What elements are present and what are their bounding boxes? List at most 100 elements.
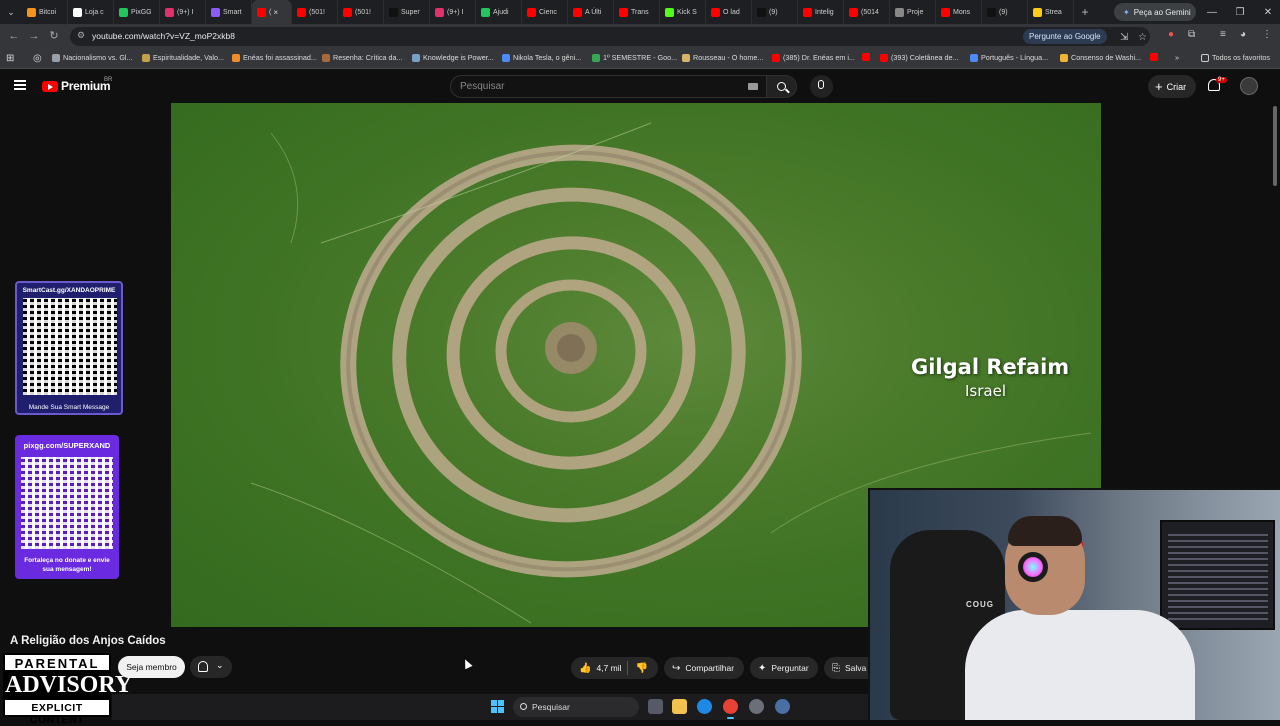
menu-dots-icon[interactable]: ⋮ — [1262, 29, 1272, 40]
bookmark-item[interactable]: Nacionalismo vs. Gl... — [52, 53, 133, 62]
bookmark-item[interactable] — [862, 53, 873, 61]
back-icon[interactable]: ← — [6, 28, 22, 44]
app-icon[interactable] — [749, 699, 764, 714]
tab-label: Trans — [631, 8, 649, 16]
bookmark-item[interactable]: Rousseau - O home... — [682, 53, 763, 62]
bookmark-item[interactable]: Nikola Tesla, o gêni... — [502, 53, 581, 62]
bookmark-item[interactable]: 1º SEMESTRE - Goo... — [592, 53, 677, 62]
profile-avatar[interactable]: ◕ — [1240, 29, 1246, 40]
apps-grid-icon[interactable]: ⊞ — [6, 53, 14, 64]
close-window-icon[interactable]: ✕ — [1254, 0, 1280, 24]
tab-favicon-icon — [849, 7, 858, 17]
browser-tab[interactable]: PixGG — [114, 0, 160, 24]
new-tab-button[interactable]: + — [1074, 5, 1096, 19]
browser-tab[interactable]: Mons — [936, 0, 982, 24]
bookmark-item[interactable]: (393) Coletânea de... — [880, 53, 959, 62]
like-count[interactable]: 4,7 mil — [596, 663, 621, 673]
chrome-icon[interactable]: ◎ — [33, 53, 42, 64]
edge-icon[interactable] — [697, 699, 712, 714]
browser-tab[interactable]: (501! — [292, 0, 338, 24]
tab-label: Loja c — [85, 8, 104, 16]
browser-tab[interactable]: Kick S — [660, 0, 706, 24]
ask-button[interactable]: ✦ Perguntar — [750, 657, 818, 679]
youtube-logo-icon[interactable] — [42, 81, 58, 92]
windows-start-icon[interactable] — [491, 700, 504, 713]
browser-tab[interactable]: Intelig — [798, 0, 844, 24]
guide-menu-icon[interactable] — [14, 80, 26, 90]
browser-tab[interactable]: Strea — [1028, 0, 1074, 24]
browser-tab[interactable]: Loja c — [68, 0, 114, 24]
file-explorer-icon[interactable] — [672, 699, 687, 714]
bookmark-item[interactable]: Português - Língua... — [970, 53, 1048, 62]
browser-tab[interactable]: (9+) I — [430, 0, 476, 24]
search-input[interactable] — [460, 81, 730, 92]
browser-tab[interactable]: Trans — [614, 0, 660, 24]
browser-tab[interactable]: Bitcoi — [22, 0, 68, 24]
forward-icon[interactable]: → — [26, 28, 42, 44]
minimize-icon[interactable]: — — [1198, 0, 1226, 24]
bookmark-item[interactable]: Knowledge is Power... — [412, 53, 494, 62]
address-bar: ← → ↻ ⚙ youtube.com/watch?v=VZ_moP2xkb8 … — [0, 24, 1280, 49]
tab-search-icon[interactable]: ⌄ — [0, 0, 22, 24]
task-view-icon[interactable] — [648, 699, 663, 714]
browser-tab[interactable]: (9) — [982, 0, 1028, 24]
bookmark-star-icon[interactable]: ☆ — [1138, 32, 1147, 43]
url-text[interactable]: youtube.com/watch?v=VZ_moP2xkb8 — [92, 31, 235, 41]
settings-icon[interactable] — [775, 699, 790, 714]
reload-icon[interactable]: ↻ — [46, 28, 62, 44]
join-member-button[interactable]: Seja membro — [118, 656, 185, 678]
close-tab-icon[interactable]: × — [273, 8, 278, 17]
qr-pattern — [21, 457, 113, 549]
smartcast-qr-code — [23, 298, 117, 395]
bookmark-item[interactable] — [1150, 53, 1161, 61]
search-box[interactable] — [450, 75, 767, 98]
bookmark-item[interactable]: (385) Dr. Enéas em i... — [772, 53, 855, 62]
gemini-button[interactable]: ✦ Peça ao Gemini — [1114, 3, 1196, 21]
bookmark-item[interactable]: Resenha: Crítica da... — [322, 53, 403, 62]
browser-tab[interactable]: (9) — [752, 0, 798, 24]
extension-icon[interactable]: ● — [1168, 29, 1174, 40]
bookmark-label: Português - Língua... — [981, 53, 1049, 62]
browser-tab[interactable]: O lad — [706, 0, 752, 24]
ask-google-button[interactable]: Pergunte ao Google — [1023, 29, 1107, 44]
youtube-brand[interactable]: Premium — [61, 79, 111, 93]
omnibox[interactable]: ⚙ youtube.com/watch?v=VZ_moP2xkb8 Pergun… — [70, 27, 1150, 46]
page-scrollbar[interactable] — [1273, 106, 1277, 186]
taskbar-search[interactable]: Pesquisar — [513, 697, 639, 717]
chrome-taskbar-icon[interactable] — [723, 699, 738, 719]
thumbs-down-icon[interactable]: 👎 — [636, 663, 648, 674]
start-square — [491, 707, 497, 713]
bookmark-item[interactable]: Consenso de Washi... — [1060, 53, 1141, 62]
subscription-notifications-button[interactable]: ⌄ — [190, 656, 232, 678]
browser-tab[interactable]: (× — [252, 0, 292, 24]
site-info-icon[interactable]: ⚙ — [77, 30, 85, 41]
thumbs-up-icon[interactable]: 👍 — [579, 663, 591, 674]
browser-tab[interactable]: Super — [384, 0, 430, 24]
keyboard-icon[interactable] — [748, 83, 758, 90]
browser-tab[interactable]: Cienc — [522, 0, 568, 24]
tab-label: Bitcoi — [39, 8, 57, 16]
maximize-icon[interactable]: ❐ — [1226, 0, 1254, 24]
more-bookmarks-icon[interactable]: » — [1175, 53, 1179, 62]
bookmark-item[interactable]: Espiritualidade, Valo... — [142, 53, 224, 62]
browser-tab[interactable]: Smart — [206, 0, 252, 24]
install-icon[interactable]: ⇲ — [1120, 32, 1128, 43]
browser-tab[interactable]: (5014 — [844, 0, 890, 24]
browser-tab[interactable]: Ajudi — [476, 0, 522, 24]
tab-label: (501! — [355, 8, 371, 16]
browser-tab[interactable]: (501! — [338, 0, 384, 24]
search-button[interactable] — [767, 75, 797, 98]
voice-search-button[interactable] — [810, 75, 833, 98]
create-button[interactable]: + Criar — [1148, 75, 1196, 98]
media-icon[interactable]: ≡ — [1220, 29, 1226, 40]
save-button[interactable]: ⎘ Salva — [824, 657, 868, 679]
share-button[interactable]: ↪ Compartilhar — [664, 657, 744, 679]
all-bookmarks-folder[interactable]: Todos os favoritos — [1201, 53, 1270, 62]
browser-tab[interactable]: Proje — [890, 0, 936, 24]
extensions-puzzle-icon[interactable]: ⧉ — [1188, 29, 1195, 40]
bookmark-item[interactable]: Enéas foi assassinad... — [232, 53, 317, 62]
browser-tab[interactable]: A Últi — [568, 0, 614, 24]
avatar[interactable] — [1240, 77, 1258, 95]
browser-tab[interactable]: (9+) I — [160, 0, 206, 24]
smartcast-caption: Mande Sua Smart Message — [28, 404, 110, 411]
